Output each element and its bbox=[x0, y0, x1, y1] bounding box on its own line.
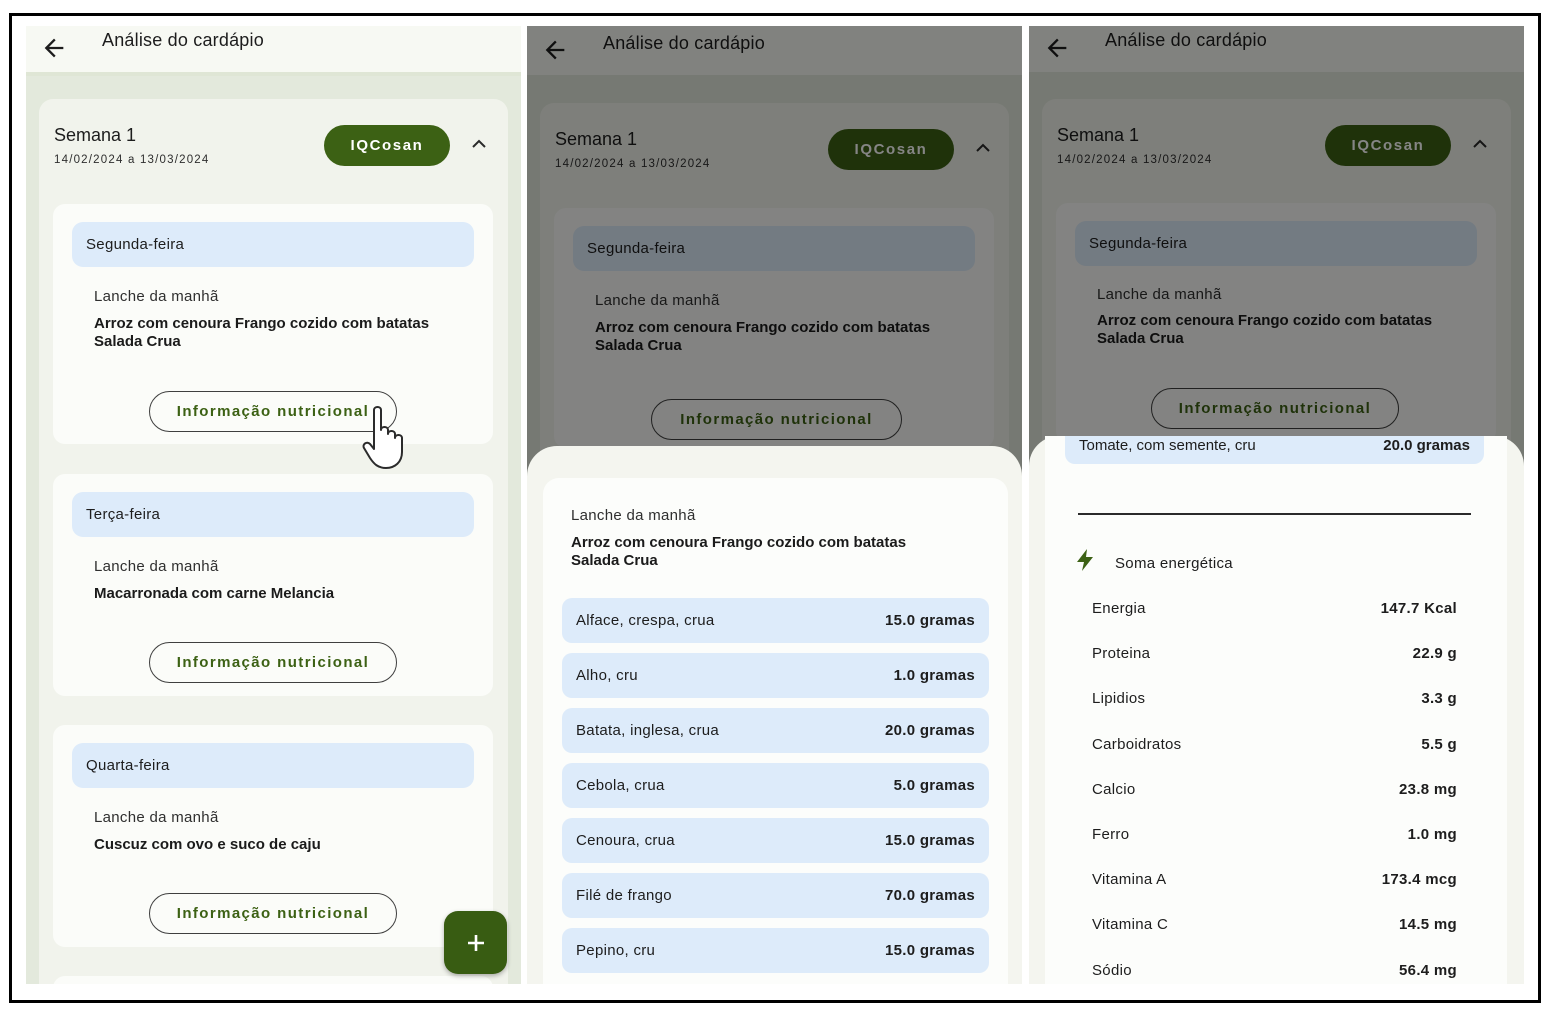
divider bbox=[1078, 513, 1471, 515]
ingredient-name: Batata, inglesa, crua bbox=[576, 722, 720, 739]
meal-name: Lanche da manhã bbox=[571, 507, 696, 524]
nutrient-value: 14.5 mg bbox=[1399, 916, 1457, 934]
ingredient-quantity: 20.0 gramas bbox=[884, 722, 975, 739]
day-chip: Segunda-feira bbox=[72, 222, 474, 267]
energy-sum-title: Soma energética bbox=[1115, 555, 1233, 572]
nutrition-bottom-sheet: Tomate, com semente, cru 20.0 gramas Som… bbox=[1029, 436, 1524, 984]
ingredient-name: Tomate, com semente, cru bbox=[1079, 437, 1256, 454]
ingredient-row: Alface, crespa, crua 15.0 gramas bbox=[562, 598, 989, 643]
day-chip: Terça-feira bbox=[72, 492, 474, 537]
nutrition-bottom-sheet: Lanche da manhã Arroz com cenoura Frango… bbox=[527, 446, 1022, 984]
appbar-divider bbox=[26, 72, 521, 76]
nutrition-info-button[interactable]: Informação nutricional bbox=[149, 642, 397, 683]
meal-detail-card: Lanche da manhã Arroz com cenoura Frango… bbox=[543, 478, 1008, 984]
day-card-next bbox=[53, 976, 493, 984]
nutrient-value: 173.4 mcg bbox=[1381, 871, 1457, 889]
ingredient-row: Cebola, crua 5.0 gramas bbox=[562, 763, 989, 808]
meal-name: Lanche da manhã bbox=[94, 288, 219, 305]
ingredient-row: Pepino, cru 15.0 gramas bbox=[562, 928, 989, 973]
screen-nutrition-sheet-totals: Análise do cardápio Semana 1 14/02/2024 … bbox=[1029, 26, 1524, 984]
nutrient-value: 147.7 Kcal bbox=[1380, 600, 1457, 617]
back-arrow-icon[interactable] bbox=[40, 34, 68, 62]
screen-menu-analysis: Análise do cardápio Semana 1 14/02/2024 … bbox=[26, 26, 521, 984]
nutrient-name: Sódio bbox=[1092, 961, 1132, 979]
hand-pointer-icon bbox=[362, 406, 403, 469]
ingredient-quantity: 70.0 gramas bbox=[884, 887, 975, 904]
ingredient-row: Alho, cru 1.0 gramas bbox=[562, 653, 989, 698]
nutrient-name: Vitamina C bbox=[1092, 916, 1169, 934]
ingredient-name: Alho, cru bbox=[576, 667, 638, 684]
nutrient-value: 1.0 mg bbox=[1407, 826, 1457, 843]
nutrient-value: 23.8 mg bbox=[1399, 780, 1457, 798]
meal-description: Arroz com cenoura Frango cozido com bata… bbox=[94, 315, 430, 350]
day-card-monday: Segunda-feira Lanche da manhã Arroz com … bbox=[53, 204, 493, 444]
nutrient-name: Vitamina A bbox=[1092, 871, 1167, 889]
nutrient-name: Lipidios bbox=[1092, 690, 1146, 708]
day-card-wednesday: Quarta-feira Lanche da manhã Cuscuz com … bbox=[53, 725, 493, 947]
ingredient-quantity: 5.0 gramas bbox=[893, 777, 975, 794]
ingredient-name: Alface, crespa, crua bbox=[576, 612, 715, 629]
ingredient-name: Filé de frango bbox=[576, 887, 672, 904]
ingredient-row: Batata, inglesa, crua 20.0 gramas bbox=[562, 708, 989, 753]
meal-name: Lanche da manhã bbox=[94, 809, 219, 826]
day-label: Quarta-feira bbox=[86, 757, 170, 774]
ingredient-row: Filé de frango 70.0 gramas bbox=[562, 873, 989, 918]
nutrient-value: 22.9 g bbox=[1412, 645, 1457, 663]
ingredient-quantity: 1.0 gramas bbox=[893, 667, 975, 684]
nutrient-name: Energia bbox=[1092, 600, 1146, 617]
meal-description: Macarronada com carne Melancia bbox=[94, 585, 335, 602]
ingredient-row: Cenoura, crua 15.0 gramas bbox=[562, 818, 989, 863]
nutrient-value: 5.5 g bbox=[1421, 735, 1457, 753]
chevron-up-icon[interactable] bbox=[471, 137, 487, 149]
week-date-range: 14/02/2024 a 13/03/2024 bbox=[54, 154, 210, 166]
app-bar: Análise do cardápio bbox=[26, 26, 521, 72]
ingredient-quantity: 15.0 gramas bbox=[884, 612, 975, 629]
day-chip: Quarta-feira bbox=[72, 743, 474, 788]
nutrition-info-button[interactable]: Informação nutricional bbox=[149, 391, 397, 432]
ingredient-quantity: 15.0 gramas bbox=[884, 832, 975, 849]
nutrient-name: Calcio bbox=[1092, 780, 1136, 798]
nutrient-value: 56.4 mg bbox=[1399, 961, 1457, 979]
day-label: Segunda-feira bbox=[86, 236, 185, 253]
meal-description: Cuscuz com ovo e suco de caju bbox=[94, 836, 321, 853]
ingredient-quantity: 20.0 gramas bbox=[1383, 437, 1470, 454]
plus-icon bbox=[467, 934, 484, 951]
screen-nutrition-sheet-ingredients: Análise do cardápio Semana 1 14/02/2024 … bbox=[527, 26, 1022, 984]
ingredient-row: Tomate, com semente, cru 20.0 gramas bbox=[1065, 436, 1484, 464]
ingredient-name: Cenoura, crua bbox=[576, 832, 675, 849]
ingredient-name: Pepino, cru bbox=[576, 942, 656, 959]
bolt-icon bbox=[1077, 549, 1093, 571]
week-title: Semana 1 bbox=[54, 125, 137, 145]
ingredient-quantity: 15.0 gramas bbox=[884, 942, 975, 959]
meal-description: Arroz com cenoura Frango cozido com bata… bbox=[571, 534, 907, 569]
nutrient-name: Proteina bbox=[1092, 645, 1151, 663]
meal-name: Lanche da manhã bbox=[94, 558, 219, 575]
nutrition-totals-card: Tomate, com semente, cru 20.0 gramas Som… bbox=[1045, 436, 1507, 984]
iqcosan-button[interactable]: IQCosan bbox=[324, 125, 450, 166]
day-card-tuesday: Terça-feira Lanche da manhã Macarronada … bbox=[53, 474, 493, 696]
nutrition-info-button[interactable]: Informação nutricional bbox=[149, 893, 397, 934]
nutrient-name: Carboidratos bbox=[1092, 735, 1182, 753]
add-button[interactable] bbox=[444, 911, 507, 974]
nutrient-name: Ferro bbox=[1092, 826, 1130, 843]
ingredient-name: Cebola, crua bbox=[576, 777, 665, 794]
nutrient-value: 3.3 g bbox=[1421, 690, 1457, 708]
day-label: Terça-feira bbox=[86, 506, 161, 523]
week-card: Semana 1 14/02/2024 a 13/03/2024 IQCosan… bbox=[39, 99, 508, 984]
page-title: Análise do cardápio bbox=[102, 30, 264, 50]
